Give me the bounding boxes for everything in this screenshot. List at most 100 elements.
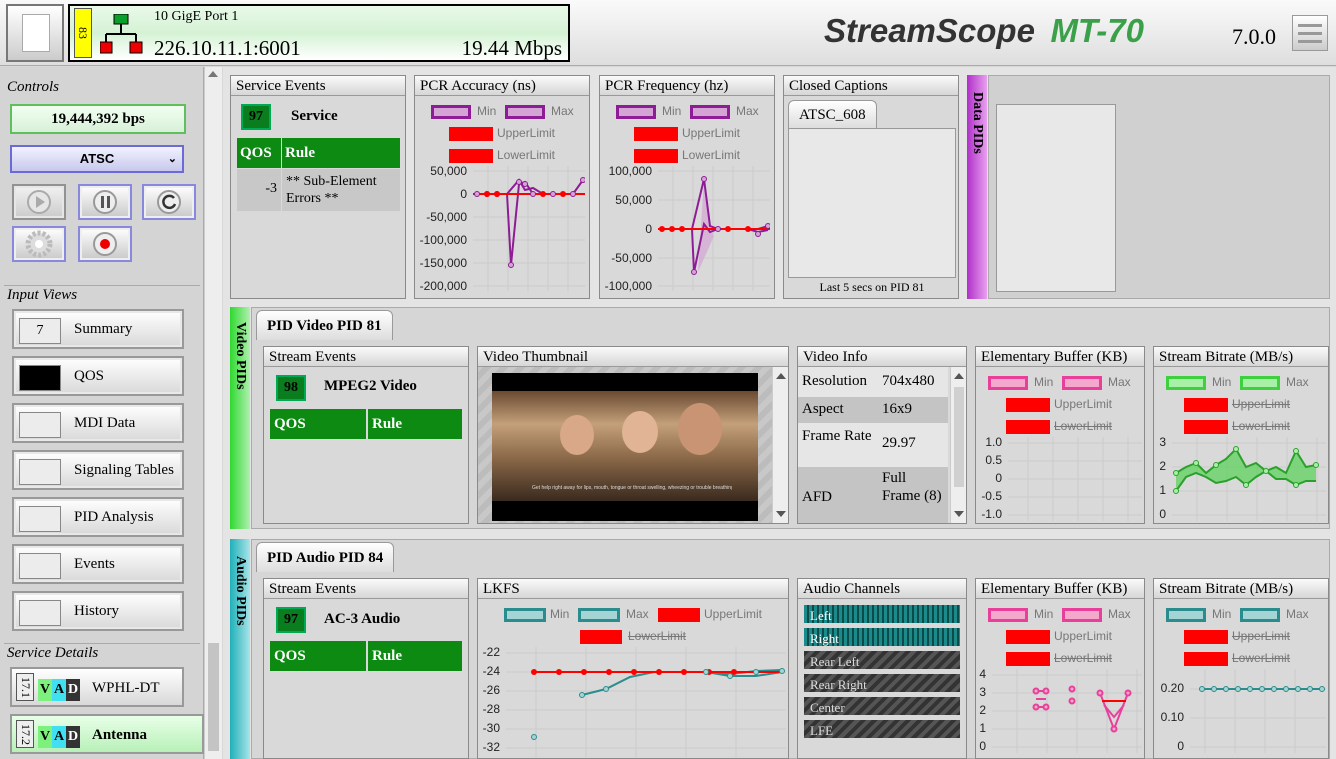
audio-elementary-buffer-panel: Elementary Buffer (KB) Min Max UpperLimi… <box>975 578 1145 759</box>
nav-item-qos[interactable]: QOS <box>12 356 184 396</box>
legend-min: Min <box>1034 607 1054 621</box>
lkfs-chart <box>506 647 786 757</box>
panel-title: Elementary Buffer (KB) <box>976 579 1144 599</box>
pcr-frequency-panel: PCR Frequency (hz) Min Max UpperLimit Lo… <box>599 75 775 299</box>
tick-label: 3 <box>1159 435 1166 449</box>
pause-button[interactable] <box>78 184 132 220</box>
channel-meter-lfe: LFE <box>804 720 960 738</box>
play-button[interactable] <box>12 184 66 220</box>
standard-select[interactable]: ATSC ⌄ <box>10 145 184 173</box>
legend-lower: LowerLimit <box>682 148 741 162</box>
tick-label: 4 <box>979 667 986 681</box>
channel-label: Rear Left <box>810 654 860 669</box>
legend-max: Max <box>1108 607 1131 621</box>
pcr-accuracy-panel: PCR Accuracy (ns) Min Max UpperLimit Low… <box>414 75 590 299</box>
nav-count-box <box>19 506 61 532</box>
info-value: 704x480 <box>882 373 935 389</box>
legend-max-swatch <box>1062 376 1102 390</box>
video-indicator: V <box>38 679 52 701</box>
service-name: Antenna <box>92 727 148 743</box>
legend-min-swatch <box>988 608 1028 622</box>
service-item[interactable]: 17.1 V A D WPHL-DT <box>10 667 184 707</box>
legend-lower-swatch <box>634 149 678 163</box>
panel-title: Stream Bitrate (MB/s) <box>1154 347 1328 367</box>
data-indicator: D <box>66 726 80 748</box>
channel-meter-rear-right: Rear Right <box>804 674 960 692</box>
legend-lower-swatch <box>1006 652 1050 666</box>
info-scrollbar[interactable] <box>950 367 966 523</box>
record-button[interactable] <box>78 226 132 262</box>
channel-label: Right <box>810 631 839 646</box>
service-label: Service <box>291 108 338 124</box>
audio-bitrate-chart <box>1190 669 1326 753</box>
legend-min: Min <box>550 607 570 621</box>
legend-max: Max <box>736 104 759 118</box>
legend-upper: UpperLimit <box>704 607 763 621</box>
tick-label: 0 <box>995 471 1002 485</box>
tab-pid-audio[interactable]: PID Audio PID 84 <box>256 542 395 572</box>
panel-title: LKFS <box>478 579 788 599</box>
nav-item-events[interactable]: Events <box>12 544 184 584</box>
channel-meter-center: Center <box>804 697 960 715</box>
event-count-badge[interactable]: 97 <box>241 104 271 130</box>
restart-button[interactable] <box>142 184 196 220</box>
panel-title: Elementary Buffer (KB) <box>976 347 1144 367</box>
port-status-panel[interactable]: 83 10 GigE Port 1 226.10.11.1:6001 19.44… <box>68 4 570 62</box>
tick-label: 2 <box>1159 459 1166 473</box>
audio-indicator: A <box>52 726 66 748</box>
channel-meter-left: Left <box>804 605 960 623</box>
menu-icon[interactable] <box>1292 15 1328 51</box>
nav-item-history[interactable]: History <box>12 591 184 631</box>
legend-lower: LowerLimit <box>1232 419 1291 433</box>
event-count-badge[interactable]: 98 <box>276 375 306 401</box>
video-bitrate-chart <box>1172 437 1326 521</box>
divider <box>4 285 200 286</box>
service-events-panel: Service Events 97 Service QOS Rule -3 **… <box>230 75 406 299</box>
legend-upper-swatch <box>449 127 493 141</box>
sidebar-scrollbar[interactable] <box>204 67 222 759</box>
tick-label: -0.5 <box>981 489 1002 503</box>
audio-pids-label: Audio PIDs <box>233 556 248 626</box>
tab-pid-video[interactable]: PID Video PID 81 <box>256 310 393 340</box>
record-icon <box>93 232 117 256</box>
settings-button[interactable] <box>12 226 66 262</box>
legend-lower: LowerLimit <box>1054 651 1113 665</box>
service-item[interactable]: 17.2 V A D Antenna <box>10 714 204 754</box>
divider <box>4 643 200 644</box>
nav-item-pid-analysis[interactable]: PID Analysis <box>12 497 184 537</box>
legend-lower-swatch <box>580 630 622 644</box>
legend-max: Max <box>626 607 649 621</box>
info-key: Aspect <box>802 401 844 417</box>
data-indicator: D <box>66 679 80 701</box>
document-icon[interactable] <box>6 4 64 62</box>
video-thumbnail-image[interactable]: Get help right away for lips, mouth, ton… <box>492 373 758 521</box>
nav-item-mdi-data[interactable]: MDI Data <box>12 403 184 443</box>
nav-count-box: 7 <box>19 318 61 344</box>
event-count-badge[interactable]: 97 <box>276 607 306 633</box>
audio-stream-bitrate-panel: Stream Bitrate (MB/s) Min Max UpperLimit… <box>1153 578 1329 759</box>
tick-label: 0 <box>979 739 986 753</box>
info-row: Resolution 704x480 <box>798 367 948 397</box>
legend-upper-swatch <box>1184 398 1228 412</box>
nav-count-box <box>19 412 61 438</box>
rule-text: ** Sub-Element Errors ** <box>282 169 400 211</box>
pcr-accuracy-chart <box>473 166 585 291</box>
tick-label: 2 <box>979 703 986 717</box>
legend-min-swatch <box>988 376 1028 390</box>
nav-item-summary[interactable]: 7 Summary <box>12 309 184 349</box>
pcr-frequency-chart <box>658 166 770 291</box>
channel-label: Rear Right <box>810 677 867 692</box>
network-icon <box>100 14 143 54</box>
info-row: Aspect 16x9 <box>798 397 948 423</box>
thumbnail-scrollbar[interactable] <box>772 367 788 523</box>
tab-atsc-608[interactable]: ATSC_608 <box>788 100 877 128</box>
legend-max: Max <box>1286 607 1309 621</box>
tick-label: 1 <box>1159 483 1166 497</box>
nav-item-label: History <box>74 603 119 619</box>
legend-min-swatch <box>504 608 546 622</box>
tick-label: -50,000 <box>426 210 467 224</box>
audio-channels-panel: Audio Channels Left Right Rear Left Rear… <box>797 578 967 759</box>
nav-item-signaling-tables[interactable]: Signaling Tables <box>12 450 184 490</box>
audio-buffer-chart <box>992 669 1142 753</box>
info-row: Frame Rate 29.97 <box>798 423 948 467</box>
